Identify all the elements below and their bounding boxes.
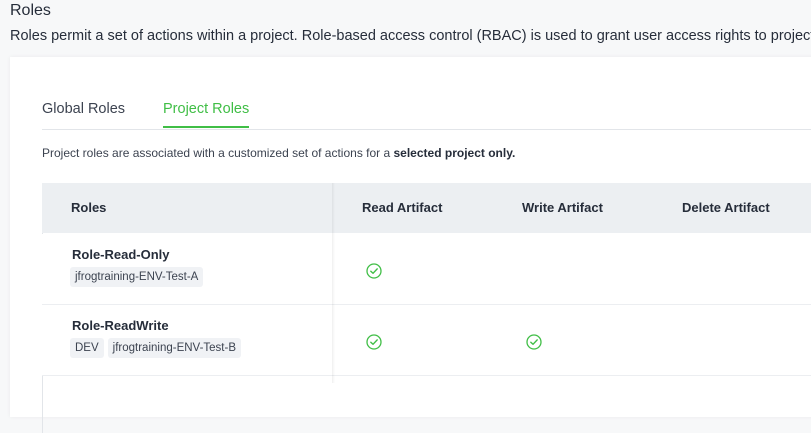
page-title: Roles <box>10 2 51 19</box>
column-header-delete-artifact[interactable]: Delete Artifact <box>682 183 770 233</box>
page-description: Roles permit a set of actions within a p… <box>10 28 811 44</box>
check-circle-icon <box>526 334 542 350</box>
roles-table: Roles Read Artifact Write Artifact Delet… <box>42 183 811 433</box>
column-header-write-artifact[interactable]: Write Artifact <box>522 183 603 233</box>
tab-global-roles[interactable]: Global Roles <box>42 101 125 126</box>
role-name[interactable]: Role-Read-Only <box>72 247 170 262</box>
role-name[interactable]: Role-ReadWrite <box>72 318 169 333</box>
check-circle-icon <box>366 263 382 279</box>
column-header-read-artifact[interactable]: Read Artifact <box>362 183 442 233</box>
info-emphasis: selected project only. <box>393 146 516 160</box>
table-row[interactable]: Role-Read-Only jfrogtraining-ENV-Test-A <box>42 234 811 305</box>
tab-project-roles[interactable]: Project Roles <box>163 101 250 128</box>
role-tabs: Global Roles Project Roles <box>42 99 811 130</box>
role-project-tags: jfrogtraining-ENV-Test-A <box>70 267 204 287</box>
sticky-column-divider <box>332 183 335 383</box>
project-tag: DEV <box>70 338 104 358</box>
info-text: Project roles are associated with a cust… <box>42 146 394 160</box>
table-header: Roles Read Artifact Write Artifact Delet… <box>42 183 811 233</box>
table-row[interactable]: Role-ReadWrite DEV jfrogtraining-ENV-Tes… <box>42 305 811 376</box>
roles-card: Global Roles Project Roles Project roles… <box>10 57 811 433</box>
project-tag: jfrogtraining-ENV-Test-A <box>70 267 204 287</box>
column-header-roles[interactable]: Roles <box>71 183 106 233</box>
project-tag: jfrogtraining-ENV-Test-B <box>107 338 242 358</box>
project-roles-info: Project roles are associated with a cust… <box>42 146 515 160</box>
role-project-tags: DEV jfrogtraining-ENV-Test-B <box>70 338 242 358</box>
check-circle-icon <box>366 334 382 350</box>
